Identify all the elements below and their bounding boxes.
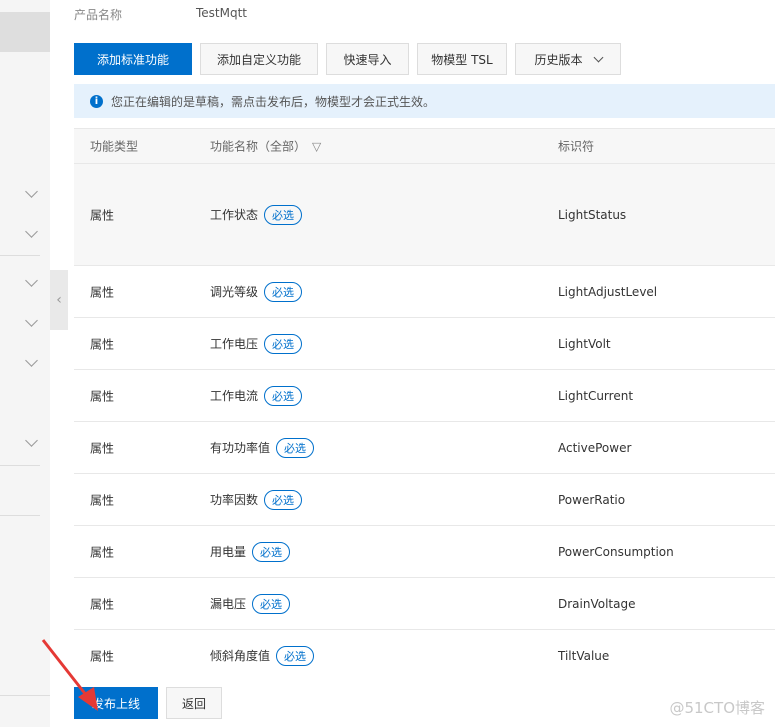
- button-label: 添加标准功能: [96, 52, 169, 67]
- divider: [0, 515, 40, 516]
- notice-text: 您正在编辑的是草稿，需点击发布后，物模型才会正式生效。: [111, 94, 436, 109]
- cell-name: 工作状态 必选: [210, 204, 303, 225]
- footer-bar: [50, 670, 775, 727]
- filter-icon[interactable]: ▽: [312, 139, 321, 153]
- chevron-down-icon: [593, 52, 603, 62]
- cell-type: 属性: [90, 337, 115, 351]
- cell-name: 漏电压 必选: [210, 593, 291, 614]
- required-tag: 必选: [252, 593, 291, 614]
- button-label: 快速导入: [343, 52, 392, 67]
- add-custom-function-button[interactable]: 添加自定义功能: [200, 43, 318, 75]
- quick-import-button[interactable]: 快速导入: [326, 43, 409, 75]
- cell-name: 功率因数 必选: [210, 489, 303, 510]
- cell-identifier: TiltValue: [558, 648, 610, 663]
- header-identifier: 标识符: [558, 139, 595, 154]
- cell-identifier: PowerConsumption: [558, 544, 674, 559]
- cell-identifier: DrainVoltage: [558, 596, 636, 611]
- required-tag: 必选: [264, 333, 303, 354]
- cell-type: 属性: [90, 285, 115, 299]
- function-name: 有功功率值: [210, 441, 271, 455]
- cell-name: 倾斜角度值 必选: [210, 645, 315, 666]
- header-type: 功能类型: [90, 139, 139, 154]
- divider: [0, 255, 40, 256]
- sidebar: [0, 0, 50, 727]
- button-label: 物模型 TSL: [431, 52, 493, 67]
- table-row[interactable]: 属性 用电量 必选 PowerConsumption: [74, 526, 775, 578]
- required-tag: 必选: [252, 541, 291, 562]
- function-name: 功率因数: [210, 493, 259, 507]
- cell-type: 属性: [90, 545, 115, 559]
- cell-identifier: LightCurrent: [558, 388, 634, 403]
- info-icon: i: [90, 94, 103, 108]
- required-tag: 必选: [264, 204, 303, 225]
- function-name: 用电量: [210, 545, 247, 559]
- product-name-label: 产品名称: [74, 8, 123, 22]
- cell-type: 属性: [90, 441, 115, 455]
- chevron-down-icon[interactable]: [25, 434, 38, 447]
- function-name: 工作状态: [210, 208, 259, 222]
- table-row[interactable]: 属性 漏电压 必选 DrainVoltage: [74, 578, 775, 630]
- table-row[interactable]: 属性 有功功率值 必选 ActivePower: [74, 422, 775, 474]
- annotation-arrow-icon: [41, 639, 98, 711]
- function-table: 功能类型 功能名称（全部） ▽ 标识符 属性 工作状态 必选 LightStatus…: [74, 128, 775, 682]
- history-version-dropdown[interactable]: 历史版本: [515, 43, 621, 75]
- cell-name: 用电量 必选: [210, 541, 291, 562]
- button-label: 历史版本: [534, 52, 583, 67]
- button-label: 返回: [181, 696, 206, 711]
- chevron-down-icon[interactable]: [25, 225, 38, 238]
- tsl-button[interactable]: 物模型 TSL: [417, 43, 507, 75]
- cell-identifier: ActivePower: [558, 440, 632, 455]
- button-label: 添加自定义功能: [216, 52, 301, 67]
- header-name[interactable]: 功能名称（全部） ▽: [210, 138, 321, 155]
- cell-identifier: LightVolt: [558, 336, 611, 351]
- function-name: 倾斜角度值: [210, 649, 271, 663]
- divider: [0, 465, 40, 466]
- table-row[interactable]: 属性 调光等级 必选 LightAdjustLevel: [74, 266, 775, 318]
- cell-type: 属性: [90, 208, 115, 222]
- sidebar-active-item[interactable]: [0, 12, 50, 52]
- function-name: 调光等级: [210, 285, 259, 299]
- cell-name: 调光等级 必选: [210, 281, 303, 302]
- cell-name: 工作电流 必选: [210, 385, 303, 406]
- table-row[interactable]: 属性 功率因数 必选 PowerRatio: [74, 474, 775, 526]
- product-name-value: TestMqtt: [196, 6, 248, 20]
- required-tag: 必选: [276, 645, 315, 666]
- watermark: @51CTO博客: [669, 699, 765, 717]
- chevron-down-icon[interactable]: [25, 354, 38, 367]
- cell-name: 有功功率值 必选: [210, 437, 315, 458]
- cell-identifier: LightStatus: [558, 207, 627, 222]
- function-name: 工作电压: [210, 337, 259, 351]
- cell-type: 属性: [90, 493, 115, 507]
- draft-notice: i 您正在编辑的是草稿，需点击发布后，物模型才会正式生效。: [74, 84, 775, 118]
- header-name-label: 功能名称（全部）: [210, 139, 307, 154]
- function-name: 漏电压: [210, 597, 247, 611]
- chevron-down-icon[interactable]: [25, 185, 38, 198]
- required-tag: 必选: [264, 281, 303, 302]
- cell-type: 属性: [90, 389, 115, 403]
- sidebar-collapse-button[interactable]: ‹: [50, 270, 68, 330]
- chevron-down-icon[interactable]: [25, 274, 38, 287]
- table-row[interactable]: 属性 工作状态 必选 LightStatus: [74, 164, 775, 266]
- cell-identifier: LightAdjustLevel: [558, 284, 658, 299]
- table-row[interactable]: 属性 工作电压 必选 LightVolt: [74, 318, 775, 370]
- required-tag: 必选: [264, 385, 303, 406]
- cell-type: 属性: [90, 597, 115, 611]
- back-button[interactable]: 返回: [166, 687, 222, 719]
- required-tag: 必选: [276, 437, 315, 458]
- table-header: 功能类型 功能名称（全部） ▽ 标识符: [74, 128, 775, 164]
- function-name: 工作电流: [210, 389, 259, 403]
- required-tag: 必选: [264, 489, 303, 510]
- add-standard-function-button[interactable]: 添加标准功能: [74, 43, 192, 75]
- cell-name: 工作电压 必选: [210, 333, 303, 354]
- chevron-down-icon[interactable]: [25, 314, 38, 327]
- table-row[interactable]: 属性 工作电流 必选 LightCurrent: [74, 370, 775, 422]
- cell-identifier: PowerRatio: [558, 492, 626, 507]
